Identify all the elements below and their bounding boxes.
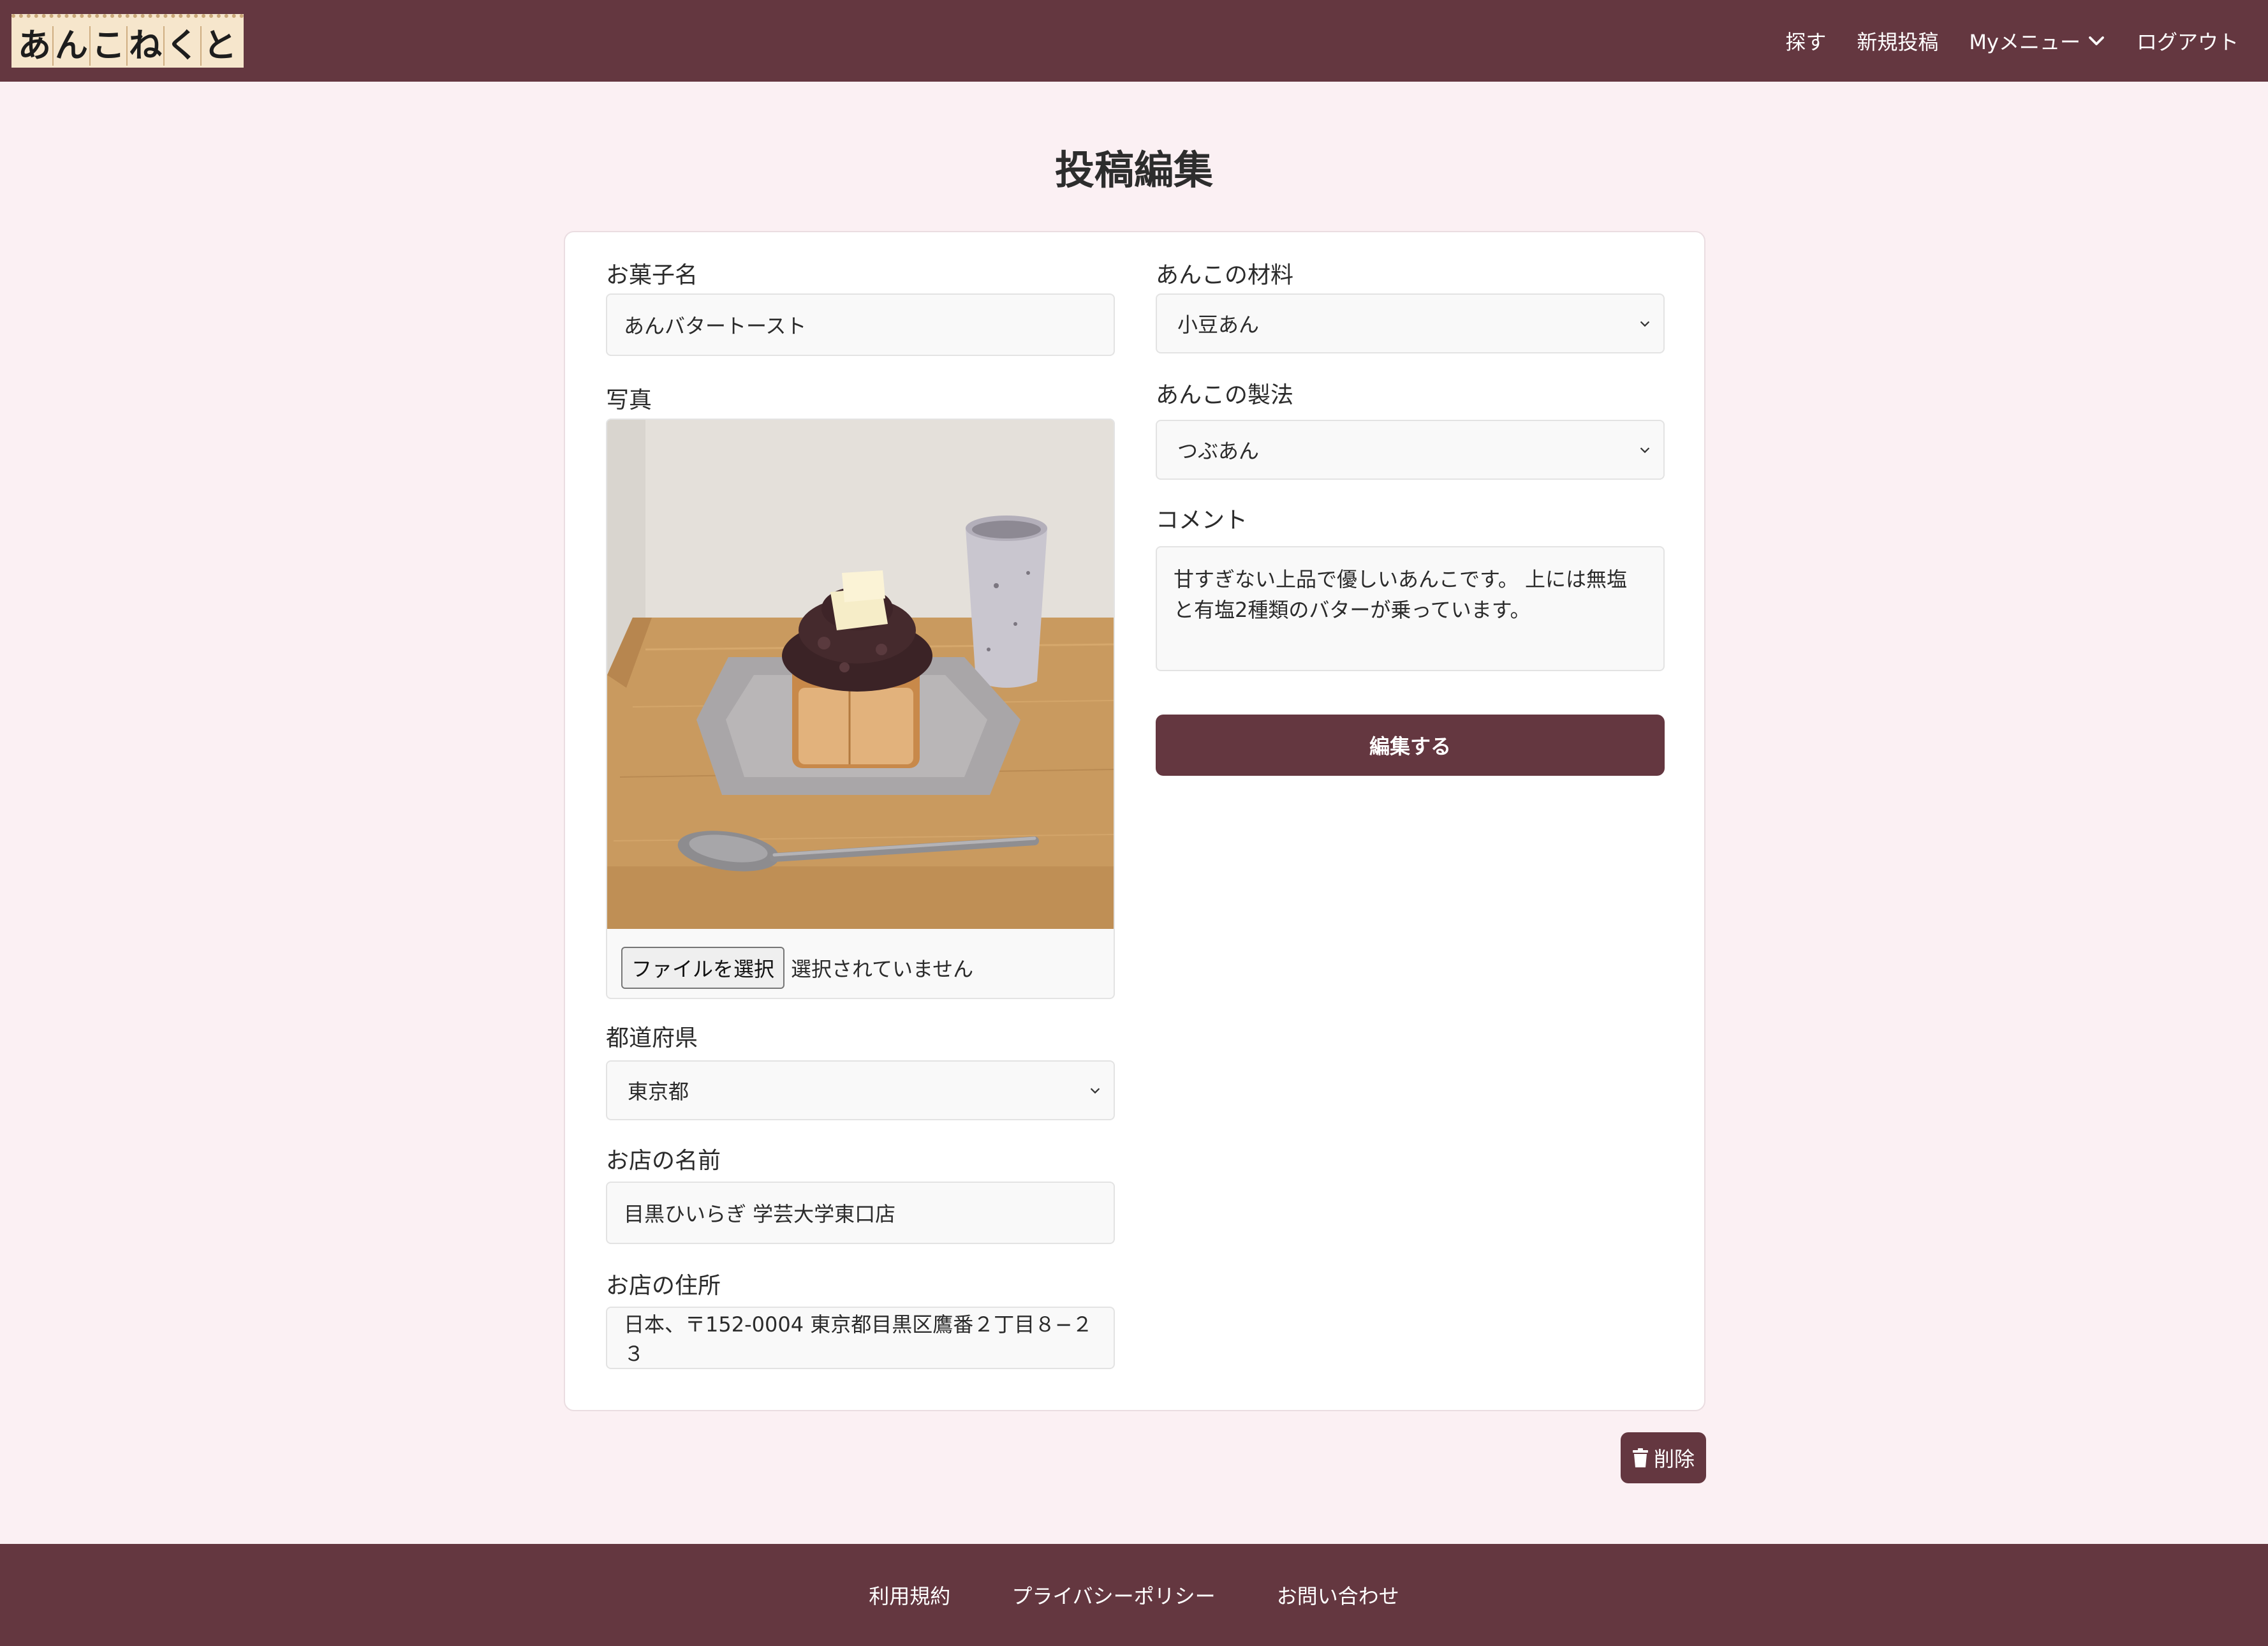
- main-nav: 探す 新規投稿 Myメニュー ログアウト: [1785, 26, 2239, 56]
- nav-new-post-link[interactable]: 新規投稿: [1857, 26, 1938, 56]
- footer: 利用規約 プライバシーポリシー お問い合わせ: [0, 1544, 2268, 1646]
- anko-method-label: あんこの製法: [1156, 382, 1294, 408]
- post-photo: [607, 420, 1114, 929]
- logo-char: こ: [91, 26, 128, 66]
- anko-method-select[interactable]: つぶあん: [1156, 420, 1665, 480]
- logo-char: あ: [17, 26, 54, 66]
- shop-address-label: お店の住所: [606, 1273, 721, 1299]
- logo-char: ん: [54, 26, 91, 66]
- prefecture-select[interactable]: 東京都: [606, 1060, 1115, 1120]
- anko-material-label: あんこの材料: [1156, 262, 1294, 288]
- comment-textarea[interactable]: 甘すぎない上品で優しいあんこです。 上には無塩と有塩2種類のバターが乗っています…: [1156, 546, 1665, 671]
- submit-edit-button[interactable]: 編集する: [1156, 715, 1665, 776]
- logo-char: ね: [128, 26, 165, 66]
- logo-char: く: [165, 26, 202, 66]
- logo-char: と: [203, 26, 237, 65]
- file-input: ファイルを選択 選択されていません: [621, 947, 973, 989]
- sweet-name-label: お菓子名: [606, 262, 698, 288]
- photo-label: 写真: [606, 387, 652, 413]
- prefecture-value: 東京都: [628, 1079, 689, 1104]
- anko-method-value: つぶあん: [1177, 439, 1260, 463]
- chevron-down-icon: [2089, 36, 2104, 45]
- file-status: 選択されていません: [791, 957, 974, 981]
- footer-contact-link[interactable]: お問い合わせ: [1277, 1580, 1399, 1610]
- sweet-name-input[interactable]: あんバタートースト: [606, 293, 1115, 356]
- comment-label: コメント: [1156, 507, 1248, 533]
- delete-button[interactable]: 削除: [1621, 1432, 1706, 1483]
- prefecture-label: 都道府県: [606, 1025, 698, 1051]
- shop-name-input[interactable]: 目黒ひいらぎ 学芸大学東口店: [606, 1182, 1115, 1244]
- nav-logout-link[interactable]: ログアウト: [2137, 26, 2239, 56]
- site-logo[interactable]: あ ん こ ね く と: [11, 14, 244, 68]
- shop-address-input[interactable]: 日本、〒152-0004 東京都目黒区鷹番２丁目８−２３: [606, 1307, 1115, 1369]
- choose-file-button[interactable]: ファイルを選択: [621, 947, 785, 989]
- chevron-down-icon: [1090, 1088, 1100, 1094]
- nav-my-menu-dropdown[interactable]: Myメニュー: [1969, 26, 2106, 56]
- edit-post-form: お菓子名 あんバタートースト 写真 ファイルを選択 選択されていません 都道府県…: [564, 231, 1705, 1411]
- nav-search-link[interactable]: 探す: [1785, 26, 1826, 56]
- chevron-down-icon: [1640, 447, 1650, 454]
- anko-material-value: 小豆あん: [1177, 313, 1260, 337]
- footer-terms-link[interactable]: 利用規約: [869, 1580, 950, 1610]
- shop-name-label: お店の名前: [606, 1148, 721, 1174]
- delete-label: 削除: [1653, 1447, 1695, 1471]
- trash-icon: [1632, 1448, 1648, 1467]
- photo-field: ファイルを選択 選択されていません: [606, 419, 1115, 999]
- page-title: 投稿編集: [1054, 147, 1213, 193]
- footer-privacy-link[interactable]: プライバシーポリシー: [1012, 1580, 1215, 1610]
- my-menu-label: Myメニュー: [1969, 30, 2080, 54]
- chevron-down-icon: [1640, 321, 1650, 327]
- anko-material-select[interactable]: 小豆あん: [1156, 293, 1665, 353]
- header: あ ん こ ね く と 探す 新規投稿 Myメニュー ログアウト: [0, 0, 2268, 82]
